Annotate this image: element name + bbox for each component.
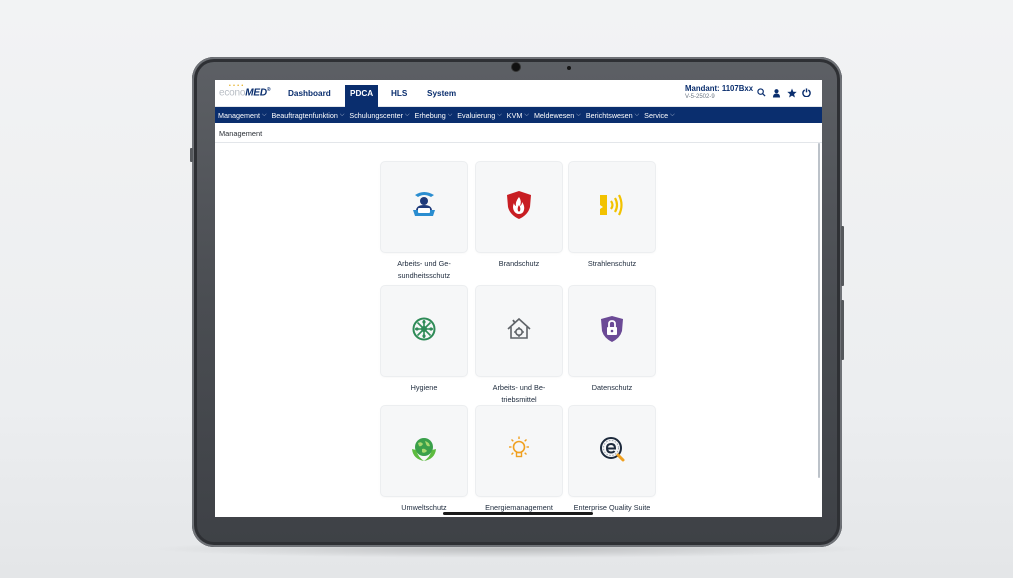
hygiene-icon [412, 317, 436, 346]
nav-label: Erhebung [414, 110, 446, 120]
nav-label: Schulungscenter [349, 110, 403, 120]
logo-part-med: MED [245, 87, 267, 99]
logo-registered-mark: ® [266, 87, 271, 93]
data-lock-shield-icon [600, 315, 624, 348]
chevron-down-icon: ⌵ [670, 111, 675, 118]
eqs-logo-icon [598, 435, 626, 468]
chevron-down-icon: ⌵ [497, 111, 502, 118]
breadcrumb[interactable]: Management [215, 123, 822, 143]
chevron-down-icon: ⌵ [634, 111, 640, 118]
tab-dashboard[interactable]: Dashboard [288, 89, 331, 98]
home-indicator[interactable] [443, 512, 593, 515]
tile-icon-box [569, 286, 655, 376]
mandant-label: Mandant: 1107Bxx [685, 84, 754, 93]
fire-shield-icon [506, 190, 532, 225]
tile-enterprise-quality-suite[interactable]: Enterprise Quality Suite [569, 406, 655, 514]
tile-datenschutz[interactable]: Datenschutz [569, 286, 655, 394]
tile-energiemanagement[interactable]: Energiemanagement [476, 406, 562, 514]
nav-label: Berichtswesen [585, 110, 633, 120]
tile-label: Brandschutz [498, 259, 540, 268]
chevron-down-icon: ⌵ [339, 111, 345, 118]
tile-icon-box [476, 286, 562, 376]
tile-icon-box [381, 406, 467, 496]
tab-pdca[interactable]: PDCA [345, 85, 379, 107]
app-logo[interactable]: econoMED® [219, 87, 271, 99]
tile-arbeits-betriebsmittel[interactable]: Arbeits- und Be- triebsmittel [476, 286, 562, 406]
version-label: V-5-2502-9 [685, 94, 715, 100]
nav-item-beauftragtenfunktion[interactable]: Beauftragtenfunktion ⌵ [272, 111, 345, 120]
tile-label: Datenschutz [591, 383, 633, 392]
tab-hls[interactable]: HLS [391, 89, 407, 98]
chevron-down-icon: ⌵ [576, 111, 581, 118]
tile-umweltschutz[interactable]: Umweltschutz [381, 406, 467, 514]
scrollbar[interactable] [818, 143, 820, 478]
tile-brandschutz[interactable]: Brandschutz [476, 162, 562, 270]
lightbulb-icon [505, 435, 533, 468]
nav-label: Meldewesen [533, 110, 575, 120]
tile-icon-box [381, 286, 467, 376]
nav-item-service[interactable]: Service ⌵ [644, 111, 675, 120]
main-nav: Management ⌵ Beauftragtenfunktion ⌵ Schulu… [215, 107, 822, 123]
tile-label: Arbeits- und Be- triebsmittel [492, 383, 546, 404]
star-icon[interactable] [786, 87, 797, 98]
top-bar: • • • • econoMED® Dashboard PDCA HLS Sys… [215, 80, 822, 107]
equipment-icon [505, 316, 533, 347]
tile-label: Hygiene [410, 383, 438, 392]
nav-item-management[interactable]: Management ⌵ [218, 111, 267, 120]
search-icon[interactable] [756, 87, 767, 98]
logo-part-econo: econo [219, 87, 246, 99]
nav-label: Beauftragtenfunktion [271, 110, 338, 120]
tablet-camera [512, 63, 520, 71]
nav-item-berichtswesen[interactable]: Berichtswesen ⌵ [586, 111, 639, 120]
tile-icon-box [381, 162, 467, 252]
nav-item-evaluierung[interactable]: Evaluierung ⌵ [457, 111, 502, 120]
tile-hygiene[interactable]: Hygiene [381, 286, 467, 394]
tab-system[interactable]: System [427, 89, 456, 98]
tablet-volume-down-button [841, 300, 844, 360]
tablet-sensor [567, 66, 571, 70]
radiation-icon [597, 192, 627, 223]
app-screen: • • • • econoMED® Dashboard PDCA HLS Sys… [215, 80, 822, 517]
tile-icon-box [569, 406, 655, 496]
nav-label: KVM [506, 110, 523, 120]
power-icon[interactable] [801, 87, 812, 98]
tile-strahlenschutz[interactable]: Strahlenschutz [569, 162, 655, 270]
nav-label: Evaluierung [457, 110, 496, 120]
nav-item-meldewesen[interactable]: Meldewesen ⌵ [534, 111, 581, 120]
nav-item-erhebung[interactable]: Erhebung ⌵ [415, 111, 453, 120]
nav-item-schulungscenter[interactable]: Schulungscenter ⌵ [349, 111, 409, 120]
tile-icon-box [476, 162, 562, 252]
chevron-down-icon: ⌵ [447, 111, 453, 118]
tablet-volume-up-button [841, 226, 844, 286]
tile-icon-box [569, 162, 655, 252]
nav-label: Service [644, 110, 669, 120]
occupational-safety-icon [409, 190, 439, 225]
tile-label: Strahlenschutz [587, 259, 637, 268]
chevron-down-icon: ⌵ [524, 111, 529, 118]
user-icon[interactable] [771, 87, 782, 98]
nav-label: Management [218, 110, 260, 120]
chevron-down-icon: ⌵ [404, 111, 410, 118]
nav-item-kvm[interactable]: KVM ⌵ [507, 111, 529, 120]
globe-hands-icon [410, 435, 438, 468]
tablet-side-button [190, 148, 193, 162]
tile-icon-box [476, 406, 562, 496]
tile-label: Arbeits- und Ge- sundheitsschutz [397, 259, 451, 280]
tile-arbeits-gesundheitsschutz[interactable]: Arbeits- und Ge- sundheitsschutz [381, 162, 467, 282]
chevron-down-icon: ⌵ [261, 111, 267, 118]
mandant-info[interactable]: Mandant: 1107Bxx V-5-2502-9 [685, 85, 753, 101]
